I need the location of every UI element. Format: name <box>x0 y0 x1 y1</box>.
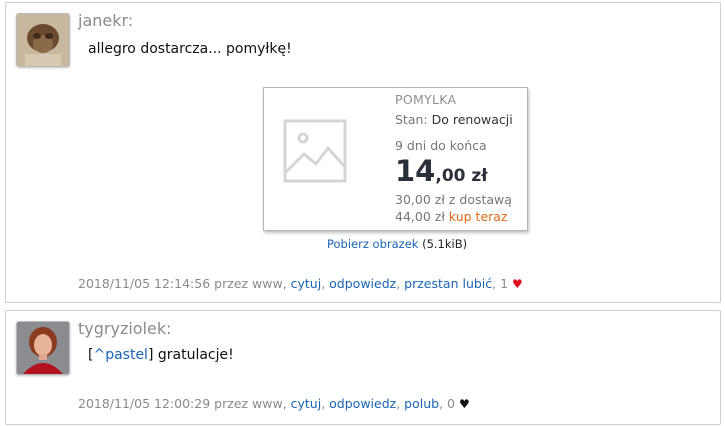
like-count: 1 <box>500 276 509 291</box>
buy-now-price: 44,00 zł <box>395 209 445 224</box>
state-label: Stan: <box>395 112 428 127</box>
state-value: Do renowacji <box>431 112 513 127</box>
like-link[interactable]: polub <box>404 396 439 411</box>
price-with-shipping: 30,00 zł z dostawą <box>395 192 512 207</box>
comment-date: 2018/11/05 12:00:29 przez www, <box>78 396 287 411</box>
mention-link[interactable]: ^pastel <box>93 347 147 363</box>
heart-icon: ♥ <box>458 397 470 411</box>
download-image-link[interactable]: Pobierz obrazek <box>327 237 418 251</box>
comment-author[interactable]: janekr: <box>78 11 133 30</box>
product-price: 14,00 zł <box>395 154 488 188</box>
file-size: (5.1kiB) <box>422 237 468 251</box>
bracket-close: ] <box>147 347 154 363</box>
image-placeholder-icon <box>283 119 347 183</box>
buy-now-row: 44,00 zł kup teraz <box>395 209 508 224</box>
product-state: Stan: Do renowacji <box>395 112 513 127</box>
reply-link[interactable]: odpowiedz <box>329 396 396 411</box>
comment-meta: 2018/11/05 12:00:29 przez www, cytuj, od… <box>78 396 470 411</box>
auction-card[interactable]: POMYLKA Stan: Do renowacji 9 dni do końc… <box>263 87 528 231</box>
comment-post: janekr: allegro dostarcza... pomyłkę! PO… <box>5 2 721 303</box>
quote-link[interactable]: cytuj <box>291 276 322 291</box>
heart-icon: ♥ <box>512 277 523 291</box>
comment-date: 2018/11/05 12:14:56 przez www, <box>78 276 287 291</box>
buy-now-link[interactable]: kup teraz <box>449 209 508 224</box>
avatar[interactable] <box>16 13 70 67</box>
product-name: POMYLKA <box>395 92 457 107</box>
days-left: 9 dni do końca <box>395 138 487 153</box>
avatar-image <box>17 14 69 66</box>
download-row: Pobierz obrazek (5.1kiB) <box>327 237 467 251</box>
unlike-link[interactable]: przestan lubić <box>404 276 492 291</box>
comment-text-row: [^pastel] gratulacje! <box>88 347 234 363</box>
comment-text: allegro dostarcza... pomyłkę! <box>88 41 292 57</box>
comment-post: tygryziolek: [^pastel] gratulacje! 2018/… <box>5 310 721 425</box>
reply-link[interactable]: odpowiedz <box>329 276 396 291</box>
comment-meta: 2018/11/05 12:14:56 przez www, cytuj, od… <box>78 276 523 291</box>
like-count: 0 <box>447 396 455 411</box>
comment-author[interactable]: tygryziolek: <box>78 319 172 338</box>
avatar[interactable] <box>16 321 70 375</box>
quote-link[interactable]: cytuj <box>291 396 322 411</box>
avatar-image <box>17 322 69 374</box>
price-rest: ,00 zł <box>435 166 488 186</box>
comment-text: gratulacje! <box>157 347 234 363</box>
price-main: 14 <box>395 154 436 188</box>
